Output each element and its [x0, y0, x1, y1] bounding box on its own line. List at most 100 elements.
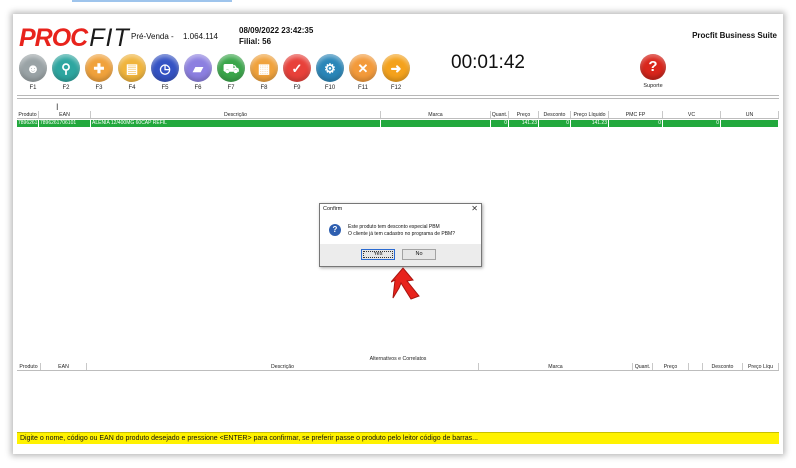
cell-preco: 141.23	[509, 120, 539, 127]
no-button[interactable]: No	[402, 249, 436, 260]
cell-preco-liquido: 141.23	[571, 120, 609, 127]
icon-glyph: ✓	[291, 60, 303, 76]
session-timer: 00:01:42	[451, 52, 525, 73]
function-key-label: F3	[95, 85, 103, 91]
screen: PROCFIT Pré-Venda - 1.064.114 08/09/2022…	[0, 0, 796, 468]
dialog-title: Confirm	[323, 206, 343, 212]
column-header[interactable]: Preço Líquido	[571, 111, 609, 118]
toolbar-button-f9[interactable]: ✓ F9	[282, 54, 312, 98]
filial-label: Filial: 56	[239, 37, 272, 46]
dialog-message-line2: O cliente já tem cadastro no programa de…	[348, 231, 455, 237]
toolbar-button-f1[interactable]: ☻ F1	[18, 54, 48, 98]
icon-glyph: ☻	[26, 60, 40, 76]
column-header[interactable]: UN	[721, 111, 779, 118]
dialog-message-line1: Este produto tem desconto especial PBM	[348, 224, 440, 230]
support-button[interactable]: ? Suporte	[635, 54, 671, 89]
close-icon[interactable]: ✕	[471, 204, 478, 213]
icon-glyph: ⚙	[324, 60, 336, 76]
cell-un	[721, 120, 779, 127]
column-header[interactable]: Preço	[653, 363, 689, 370]
column-header[interactable]: Desconto	[539, 111, 571, 118]
alternatives-title: Alternativos e Correlatos	[369, 356, 427, 362]
column-header[interactable]: Produto	[17, 363, 41, 370]
search-icon: ⚲	[52, 54, 80, 82]
toolbar-button-f4[interactable]: ▤ F4	[117, 54, 147, 98]
function-key-label: F1	[29, 85, 37, 91]
toolbar-button-f6[interactable]: ▰ F6	[183, 54, 213, 98]
document-icon: ▦	[250, 54, 278, 82]
function-key-label: F2	[62, 85, 70, 91]
truck-icon: ▰	[184, 54, 212, 82]
users-icon: ☻	[19, 54, 47, 82]
toolbar-button-f12[interactable]: ➜ F12	[381, 54, 411, 98]
settings-icon: ⚙	[316, 54, 344, 82]
column-header[interactable]: Preço Líqu	[743, 363, 779, 370]
cancel-icon: ✕	[349, 54, 377, 82]
cell-marca	[381, 120, 491, 127]
confirm-dialog: Confirm ✕ ? Este produto tem desconto es…	[319, 203, 482, 267]
table-row[interactable]: 7896261706101 7896261706101 ALENIA 12/40…	[17, 120, 779, 127]
function-key-label: F4	[128, 85, 136, 91]
brand-label: Procfit Business Suite	[692, 31, 777, 40]
toolbar-button-f2[interactable]: ⚲ F2	[51, 54, 81, 98]
cell-descricao: ALENIA 12/400MG 60CAP REFIL	[91, 120, 381, 127]
column-header[interactable]: Marca	[381, 111, 491, 118]
check-icon: ✓	[283, 54, 311, 82]
cell-produto: 7896261706101	[18, 120, 39, 127]
icon-glyph: ◷	[159, 60, 171, 76]
function-key-label: F10	[324, 85, 336, 91]
status-bar: Digite o nome, código ou EAN do produto …	[17, 432, 779, 444]
divider	[17, 95, 779, 96]
version-label: 1.064.114	[183, 32, 218, 41]
icon-glyph: ▰	[193, 60, 203, 76]
column-header[interactable]: Preço	[509, 111, 539, 118]
yes-button[interactable]: Yes	[361, 249, 395, 260]
mode-label: Pré-Venda -	[131, 32, 174, 41]
column-header[interactable]: Descrição	[91, 111, 381, 118]
icon-glyph: ➜	[390, 60, 402, 76]
help-icon: ?	[640, 54, 666, 80]
function-key-label: F9	[293, 85, 301, 91]
cell-pmc-fp: 0	[609, 120, 663, 127]
icon-glyph: ⚲	[61, 60, 71, 76]
dialog-body: ? Este produto tem desconto especial PBM…	[320, 215, 481, 246]
icon-glyph: ▤	[125, 60, 139, 76]
medicine-icon: ✚	[85, 54, 113, 82]
cell-quant: 0	[491, 120, 509, 127]
dialog-footer: Yes No	[320, 244, 481, 266]
toolbar-button-f5[interactable]: ◷ F5	[150, 54, 180, 98]
toolbar-button-f7[interactable]: ⛟ F7	[216, 54, 246, 98]
column-header[interactable]: EAN	[39, 111, 91, 118]
function-key-label: F7	[227, 85, 235, 91]
column-header[interactable]: EAN	[41, 363, 87, 370]
procfit-logo: PROCFIT	[19, 24, 130, 52]
toolbar-button-f10[interactable]: ⚙ F10	[315, 54, 345, 98]
column-header[interactable]	[689, 363, 703, 370]
column-header[interactable]: VC	[663, 111, 721, 118]
column-header[interactable]: Desconto	[703, 363, 743, 370]
support-label: Suporte	[643, 83, 663, 89]
top-accent-line	[72, 0, 232, 2]
column-header[interactable]: Marca	[479, 363, 633, 370]
column-header[interactable]: PMC FP	[609, 111, 663, 118]
cell-desconto: 0	[539, 120, 571, 127]
alternatives-grid-header: Produto EAN Descrição Marca Quant. Preço…	[17, 363, 779, 371]
toolbar-button-f11[interactable]: ✕ F11	[348, 54, 378, 98]
function-key-label: F11	[358, 85, 368, 91]
toolbar-button-f8[interactable]: ▦ F8	[249, 54, 279, 98]
app-window: PROCFIT Pré-Venda - 1.064.114 08/09/2022…	[13, 14, 783, 454]
column-header[interactable]: Produto	[17, 111, 39, 118]
icon-glyph: ✚	[93, 60, 105, 76]
function-key-label: F8	[260, 85, 268, 91]
column-header[interactable]: Quant.	[633, 363, 653, 370]
clock-icon: ◷	[151, 54, 179, 82]
icon-glyph: ⛟	[222, 60, 240, 76]
column-header[interactable]: Descrição	[87, 363, 479, 370]
function-key-label: F6	[194, 85, 202, 91]
toolbar-button-f3[interactable]: ✚ F3	[84, 54, 114, 98]
cart-icon: ⛟	[217, 54, 245, 82]
products-grid-header: Produto EAN Descrição Marca Quant. Preço…	[17, 111, 779, 119]
pointer-arrow-icon	[391, 267, 420, 300]
column-header[interactable]: Quant.	[491, 111, 509, 118]
cell-vc: 0	[663, 120, 721, 127]
